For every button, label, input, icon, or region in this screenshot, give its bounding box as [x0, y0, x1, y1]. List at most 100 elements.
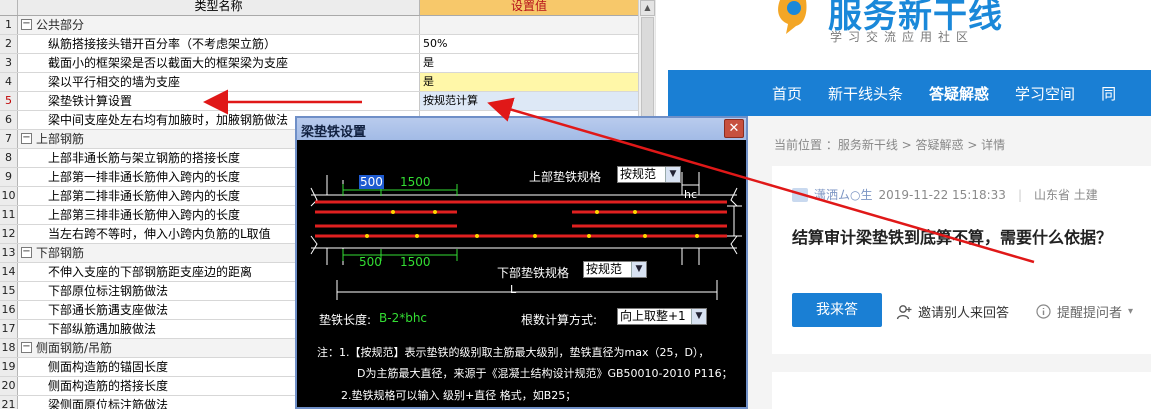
setting-label: 侧面构造筋的锚固长度 — [48, 360, 169, 374]
dim-500-bottom: 500 — [359, 255, 382, 269]
nav-item-learning[interactable]: 学习空间 — [1015, 83, 1075, 104]
table-row[interactable]: 3 截面小的框架梁是否以截面大的框架梁为支座 是 — [0, 54, 638, 73]
pad-length-label: 垫铁长度: — [319, 313, 372, 327]
dimension-lines — [342, 184, 458, 261]
rebar-pad-dialog: 梁垫铁设置 ✕ 500 1500 500 1500 hc L 上部垫铁规格 按规… — [295, 116, 748, 409]
row-number-header — [0, 0, 18, 15]
row-number: 3 — [0, 54, 18, 72]
row-name-cell[interactable]: 梁以平行相交的墙为支座 — [18, 73, 420, 91]
collapse-toggle-icon[interactable]: − — [21, 247, 32, 258]
question-title: 结算审计梁垫铁到底算不算，需要什么依据？ — [792, 228, 1113, 247]
bottom-spec-select[interactable]: 按规范 ▼ — [583, 261, 647, 278]
row-value-cell[interactable]: 是 — [420, 54, 638, 72]
collapse-toggle-icon[interactable]: − — [21, 342, 32, 353]
invite-label: 邀请别人来回答 — [918, 306, 1010, 321]
row-number: 8 — [0, 149, 18, 167]
row-number: 19 — [0, 358, 18, 376]
setting-label: 上部非通长筋与架立钢筋的搭接长度 — [48, 151, 241, 165]
name-column-header[interactable]: 类型名称 — [18, 0, 420, 15]
group-label: 下部钢筋 — [36, 246, 85, 260]
rebar-dots — [365, 210, 699, 238]
count-method-value: 向上取整+1 — [620, 309, 686, 323]
question-meta: 潇洒ム○生 2019-11-22 15:18:33 | 山东省 土建 — [792, 186, 1098, 203]
row-number: 17 — [0, 320, 18, 338]
rebar-lines — [315, 200, 727, 238]
avatar[interactable] — [792, 187, 808, 202]
table-row[interactable]: 2 纵筋搭接接头错开百分率（不考虑架立筋） 50% — [0, 35, 638, 54]
row-number: 12 — [0, 225, 18, 243]
meta-divider: | — [1017, 187, 1022, 202]
setting-label: 截面小的框架梁是否以截面大的框架梁为支座 — [48, 56, 289, 70]
row-number: 15 — [0, 282, 18, 300]
row-value-cell[interactable]: 50% — [420, 35, 638, 53]
setting-label: 侧面构造筋的搭接长度 — [48, 379, 169, 393]
remind-label: 提醒提问者 — [1057, 306, 1123, 321]
setting-label: 上部第一排非通长筋伸入跨内的长度 — [48, 170, 241, 184]
row-name-cell[interactable]: − 公共部分 — [18, 16, 420, 34]
collapse-toggle-icon[interactable]: − — [21, 133, 32, 144]
dim-hc: hc — [684, 188, 698, 201]
nav-item-qa[interactable]: 答疑解惑 — [929, 83, 989, 104]
count-method-select[interactable]: 向上取整+1 ▼ — [617, 308, 707, 325]
row-name-cell[interactable]: 截面小的框架梁是否以截面大的框架梁为支座 — [18, 54, 420, 72]
row-number: 5 — [0, 92, 18, 110]
site-logo-subtitle: 学习交流应用社区 — [830, 30, 975, 44]
scroll-up-icon[interactable]: ▲ — [640, 0, 655, 16]
setting-label: 上部第二排非通长筋伸入跨内的长度 — [48, 189, 241, 203]
setting-label: 梁中间支座处左右均有加腋时，加腋钢筋做法 — [48, 113, 289, 127]
nav-item-more[interactable]: 同 — [1101, 83, 1116, 104]
group-label: 上部钢筋 — [36, 132, 85, 146]
chevron-down-icon: ▼ — [691, 309, 706, 324]
dim-500-top: 500 — [359, 175, 384, 189]
grid-group-row[interactable]: 1− 公共部分 — [0, 16, 638, 35]
post-location: 山东省 土建 — [1033, 188, 1098, 202]
dialog-titlebar[interactable]: 梁垫铁设置 ✕ — [297, 118, 746, 140]
note-line-2: D为主筋最大直径，来源于《混凝土结构设计规范》GB50010-2010 P116… — [357, 367, 733, 380]
user-name[interactable]: 潇洒ム○生 — [814, 186, 872, 203]
site-header: 服务新干线 学习交流应用社区 — [668, 0, 1151, 70]
setting-label: 梁侧面原位标注筋做法 — [48, 398, 169, 409]
row-number: 20 — [0, 377, 18, 395]
info-circle-icon — [1036, 304, 1051, 319]
dialog-body: 500 1500 500 1500 hc L 上部垫铁规格 按规范 ▼ 下部垫铁… — [297, 140, 746, 407]
invite-button[interactable]: 邀请别人来回答 — [896, 302, 1009, 321]
row-value-cell[interactable]: 按规范计算 — [420, 92, 638, 110]
row-number: 18 — [0, 339, 18, 357]
close-button[interactable]: ✕ — [724, 119, 744, 138]
pad-length-formula: B-2*bhc — [379, 311, 428, 325]
table-row[interactable]: 5 梁垫铁计算设置 按规范计算 — [0, 92, 638, 111]
bottom-spec-label: 下部垫铁规格 — [497, 266, 570, 280]
content-panel — [772, 372, 1151, 409]
breadcrumb: 当前位置 ：服务新干线 > 答疑解惑 > 详情 — [774, 138, 1006, 152]
nav-item-headlines[interactable]: 新干线头条 — [828, 83, 903, 104]
nav-item-home[interactable]: 首页 — [772, 83, 802, 104]
dim-L: L — [510, 283, 517, 296]
remind-button[interactable]: 提醒提问者 ▾ — [1036, 302, 1133, 321]
row-number: 9 — [0, 168, 18, 186]
dim-1500-bottom: 1500 — [400, 255, 431, 269]
note-line-1: 注：1.【按规范】表示垫铁的级别取主筋最大级别，垫铁直径为max（25，D）， — [317, 346, 710, 359]
row-number: 6 — [0, 111, 18, 129]
top-spec-select[interactable]: 按规范 ▼ — [617, 166, 681, 183]
row-value-cell[interactable] — [420, 16, 638, 34]
group-label: 侧面钢筋/吊筋 — [36, 341, 113, 355]
row-number: 10 — [0, 187, 18, 205]
chevron-down-icon: ▼ — [665, 167, 680, 182]
question-card: 潇洒ム○生 2019-11-22 15:18:33 | 山东省 土建 结算审计梁… — [772, 166, 1151, 354]
value-column-header[interactable]: 设置值 — [420, 0, 638, 15]
row-number: 1 — [0, 16, 18, 34]
row-value-cell[interactable]: 是 — [420, 73, 638, 91]
row-name-cell[interactable]: 梁垫铁计算设置 — [18, 92, 420, 110]
setting-label: 纵筋搭接接头错开百分率（不考虑架立筋） — [48, 37, 277, 51]
answer-button[interactable]: 我来答 — [792, 293, 882, 327]
row-number: 14 — [0, 263, 18, 281]
row-number: 7 — [0, 130, 18, 148]
top-spec-value: 按规范 — [620, 167, 657, 181]
table-row[interactable]: 4 梁以平行相交的墙为支座 是 — [0, 73, 638, 92]
chevron-down-icon: ▼ — [631, 262, 646, 277]
note-line-3: 2.垫铁规格可以输入 级别+直径 格式，如B25； — [341, 389, 577, 402]
setting-label: 下部通长筋遇支座做法 — [48, 303, 169, 317]
collapse-toggle-icon[interactable]: − — [21, 19, 32, 30]
setting-label: 上部第三排非通长筋伸入跨内的长度 — [48, 208, 241, 222]
row-name-cell[interactable]: 纵筋搭接接头错开百分率（不考虑架立筋） — [18, 35, 420, 53]
